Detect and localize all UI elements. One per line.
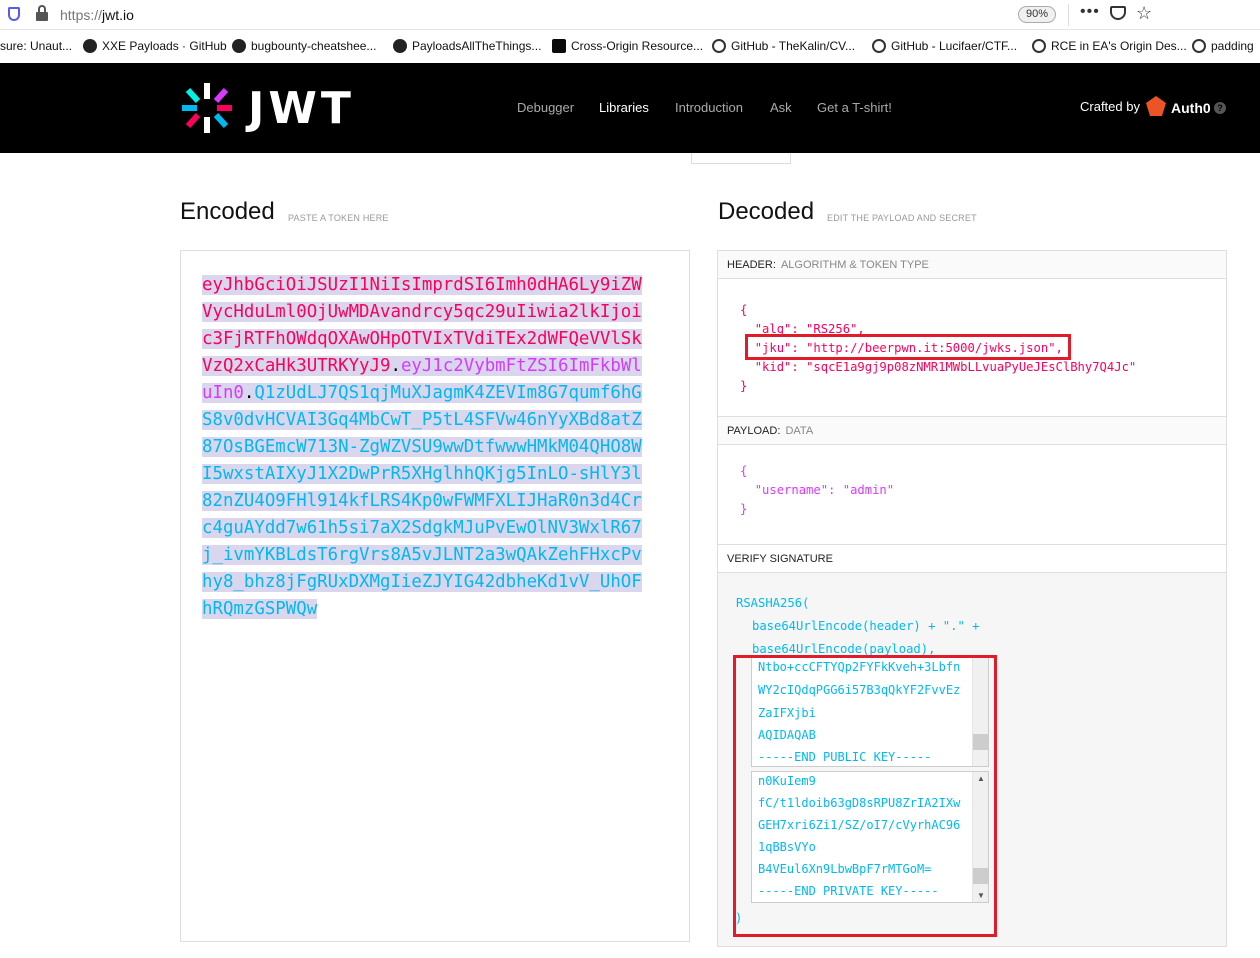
bookmark-item[interactable]: XXE Payloads · GitHub bbox=[83, 39, 227, 53]
jwt-logo-text[interactable]: JWT bbox=[248, 83, 355, 134]
decoded-subtitle: EDIT THE PAYLOAD AND SECRET bbox=[827, 213, 977, 223]
token-dot: . bbox=[390, 356, 401, 376]
bookmarks-bar: sure: Unaut... XXE Payloads · GitHub bug… bbox=[0, 31, 1260, 63]
globe-icon bbox=[1032, 39, 1046, 53]
bookmark-item[interactable]: sure: Unaut... bbox=[0, 39, 72, 53]
bookmark-star-icon[interactable]: ☆ bbox=[1136, 3, 1152, 24]
bookmark-item[interactable]: bugbounty-cheatshee... bbox=[232, 39, 376, 53]
decoded-title: Decoded bbox=[718, 198, 815, 225]
globe-icon bbox=[1192, 39, 1206, 53]
jku-highlight-box bbox=[745, 334, 1071, 360]
zoom-badge[interactable]: 90% bbox=[1018, 6, 1057, 23]
browser-url-bar: https://jwt.io 90% ••• ☆ bbox=[0, 0, 1260, 30]
globe-icon bbox=[872, 39, 886, 53]
token-dot: . bbox=[243, 383, 255, 403]
nav-debugger[interactable]: Debugger bbox=[517, 100, 574, 115]
jwt-logo-icon[interactable] bbox=[180, 81, 234, 135]
bookmark-item[interactable]: RCE in EA's Origin Des... bbox=[1032, 39, 1187, 53]
site-icon bbox=[552, 39, 566, 53]
github-icon bbox=[393, 39, 407, 53]
toolbar-separator bbox=[1068, 4, 1069, 26]
github-icon bbox=[83, 39, 97, 53]
bookmark-item[interactable]: GitHub - Lucifaer/CTF... bbox=[872, 39, 1017, 53]
bookmark-item[interactable]: GitHub - TheKalin/CV... bbox=[712, 39, 855, 53]
url-field[interactable]: https://jwt.io bbox=[60, 7, 134, 23]
crafted-by-label: Crafted by bbox=[1080, 99, 1140, 114]
nav-libraries[interactable]: Libraries bbox=[599, 100, 649, 115]
sig-line-2: base64UrlEncode(header) + "." + bbox=[752, 619, 980, 633]
page-actions-icon[interactable]: ••• bbox=[1080, 3, 1100, 21]
nav-introduction[interactable]: Introduction bbox=[675, 100, 743, 115]
bookmark-item[interactable]: padding bbox=[1192, 39, 1254, 53]
algorithm-tab-stub bbox=[691, 153, 791, 164]
payload-section-title: PAYLOAD: DATA bbox=[718, 417, 1226, 445]
globe-icon bbox=[712, 39, 726, 53]
tracking-shield-icon[interactable] bbox=[8, 7, 20, 21]
encoded-token-text[interactable]: eyJhbGciOiJSUzI1NiIsImprdSI6Imh0dHA6Ly9i… bbox=[202, 272, 642, 623]
verify-section-title: VERIFY SIGNATURE bbox=[718, 545, 1226, 573]
auth0-link[interactable]: Auth0 bbox=[1171, 100, 1211, 116]
site-header: JWT Debugger Libraries Introduction Ask … bbox=[0, 63, 1260, 153]
header-section-title: HEADER: ALGORITHM & TOKEN TYPE bbox=[718, 251, 1226, 279]
pocket-icon[interactable] bbox=[1110, 6, 1126, 20]
github-icon bbox=[232, 39, 246, 53]
encoded-title: Encoded bbox=[180, 198, 275, 225]
lock-icon[interactable] bbox=[36, 5, 48, 21]
sig-line-1: RSASHA256( bbox=[736, 596, 810, 610]
nav-ask[interactable]: Ask bbox=[770, 100, 792, 115]
help-icon[interactable]: ? bbox=[1214, 102, 1226, 114]
encoded-subtitle: PASTE A TOKEN HERE bbox=[288, 213, 389, 223]
token-signature-part: Q1zUdLJ7QS1qjMuXJagmK4ZEVIm8G7qumf6hGS8v… bbox=[202, 383, 642, 619]
keys-highlight-box bbox=[733, 655, 997, 937]
auth0-logo-icon[interactable] bbox=[1146, 96, 1166, 116]
nav-tshirt[interactable]: Get a T-shirt! bbox=[817, 100, 892, 115]
payload-json-editor[interactable]: { "username": "admin" } bbox=[740, 462, 894, 519]
bookmark-item[interactable]: Cross-Origin Resource... bbox=[552, 39, 703, 53]
bookmark-item[interactable]: PayloadsAllTheThings... bbox=[393, 39, 541, 53]
